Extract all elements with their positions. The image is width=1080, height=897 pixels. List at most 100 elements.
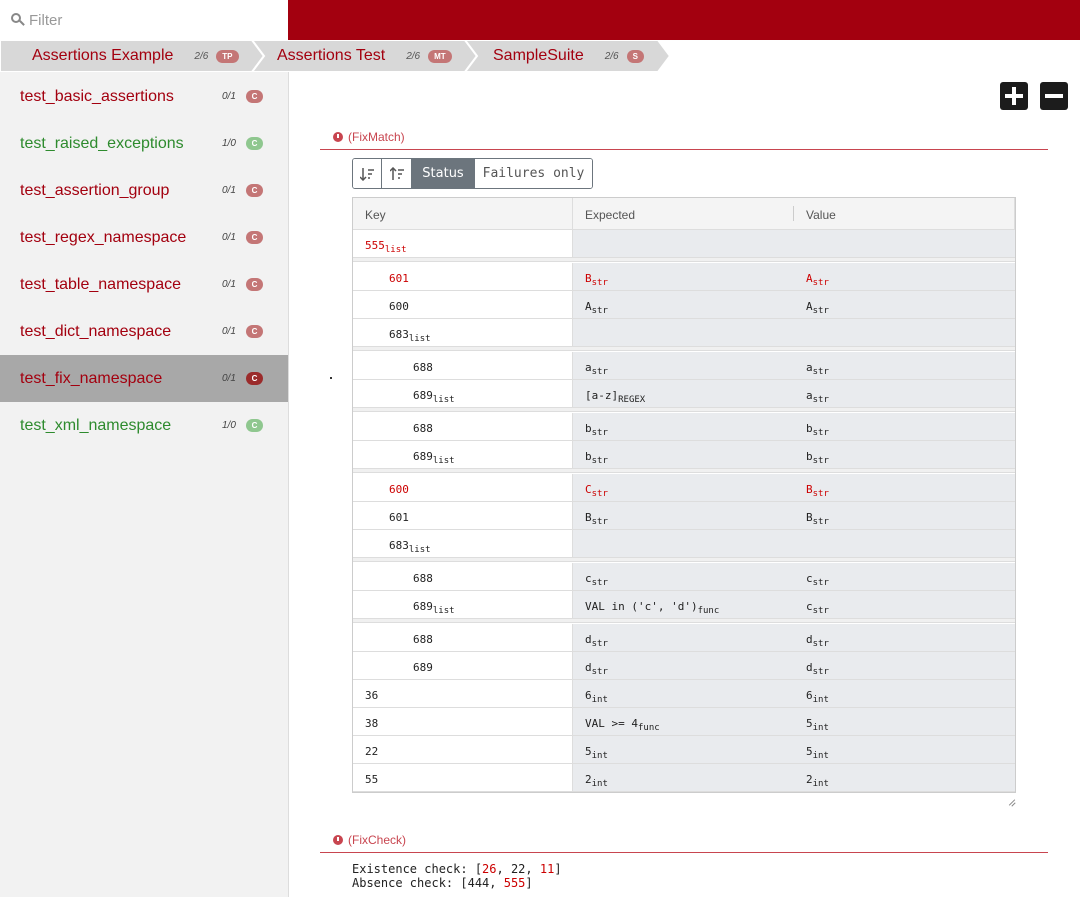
absence-check-label: Absence check: [ (352, 876, 468, 890)
table-row[interactable]: 688 dstr dstr (353, 624, 1015, 652)
sidebar-item-badge: C (246, 419, 263, 432)
sidebar-item-badge: C (246, 231, 263, 244)
clock-icon (333, 132, 343, 142)
sidebar-item-test-basic-assertions[interactable]: test_basic_assertions 0/1 C (0, 73, 288, 120)
fixcheck-section-title[interactable]: (FixCheck) (333, 833, 406, 847)
sort-ascending-button[interactable] (382, 159, 412, 188)
value-cells-bg (573, 736, 1015, 763)
sidebar-item-test-xml-namespace[interactable]: test_xml_namespace 1/0 C (0, 402, 288, 449)
key-cell: 36 (365, 689, 379, 702)
table-row[interactable]: 689list [a-z]REGEX astr (353, 380, 1015, 408)
column-header-expected[interactable]: Expected (585, 208, 635, 222)
table-row[interactable]: 55 2int 2int (353, 764, 1015, 792)
table-row[interactable]: 683list (353, 319, 1015, 347)
search-icon (11, 13, 25, 27)
key-cell: 689list (413, 600, 455, 616)
column-header-key[interactable]: Key (365, 208, 386, 222)
sidebar-item-badge: C (246, 325, 263, 338)
key-cell-bg (353, 563, 573, 590)
table-row[interactable]: 688 bstr bstr (353, 413, 1015, 441)
key-cell-bg (353, 413, 573, 440)
expected-cell: bstr (585, 422, 608, 438)
value-cell: Bstr (806, 511, 829, 527)
key-cell-bg (353, 736, 573, 763)
sidebar-item-label: test_table_namespace (20, 275, 181, 293)
sidebar-item-test-assertion-group[interactable]: test_assertion_group 0/1 C (0, 167, 288, 214)
value-cells-bg (573, 413, 1015, 440)
value-cells-bg (573, 502, 1015, 529)
value-cells-bg (573, 474, 1015, 501)
expected-cell: bstr (585, 450, 608, 466)
table-row[interactable]: 38 VAL >= 4func 5int (353, 708, 1015, 736)
table-row[interactable]: 600 Cstr Bstr (353, 474, 1015, 502)
table-row[interactable]: 688 cstr cstr (353, 563, 1015, 591)
dot-marker (330, 377, 332, 379)
existence-check-line: Existence check: [26, 22, 11] (352, 862, 562, 876)
sidebar-item-label: test_regex_namespace (20, 228, 187, 246)
column-separator (572, 198, 573, 229)
table-row[interactable]: 600 Astr Astr (353, 291, 1015, 319)
check-value: 26 (482, 862, 497, 876)
status-toggle-button[interactable]: Status (412, 159, 475, 188)
collapse-all-button[interactable] (1040, 82, 1068, 110)
key-cell: 600 (389, 300, 409, 313)
group-gap (353, 408, 1015, 412)
table-row[interactable]: 683list (353, 530, 1015, 558)
expected-cell: dstr (585, 633, 608, 649)
expected-cell: 5int (585, 745, 608, 761)
key-cell: 688 (413, 633, 433, 646)
table-row[interactable]: 689 dstr dstr (353, 652, 1015, 680)
table-row[interactable]: 688 astr astr (353, 352, 1015, 380)
expected-cell: Cstr (585, 483, 608, 499)
key-cell-bg (353, 652, 573, 679)
breadcrumb: Assertions Example 2/6 TP Assertions Tes… (0, 40, 1080, 72)
value-cell: 5int (806, 717, 829, 733)
minus-icon (1045, 94, 1063, 98)
fixmatch-toolbar: Status Failures only (352, 158, 593, 189)
breadcrumb-label: SampleSuite (493, 47, 584, 64)
value-cells-bg (573, 563, 1015, 590)
breadcrumb-item-test-plan[interactable]: Assertions Example 2/6 TP (32, 40, 239, 72)
sort-descending-button[interactable] (353, 159, 382, 188)
column-header-value[interactable]: Value (806, 208, 836, 222)
filter-placeholder: Filter (29, 11, 63, 29)
filter-box[interactable]: Filter (0, 0, 288, 40)
key-cell-bg (353, 624, 573, 651)
table-row[interactable]: 22 5int 5int (353, 736, 1015, 764)
key-cell-bg (353, 319, 573, 346)
table-row[interactable]: 555list (353, 230, 1015, 258)
group-gap (353, 619, 1015, 623)
sidebar-item-test-raised-exceptions[interactable]: test_raised_exceptions 1/0 C (0, 120, 288, 167)
value-cell: 5int (806, 745, 829, 761)
value-cell: astr (806, 389, 829, 405)
group-gap (353, 258, 1015, 262)
key-cell: 22 (365, 745, 379, 758)
value-cell: astr (806, 361, 829, 377)
sidebar-item-test-regex-namespace[interactable]: test_regex_namespace 0/1 C (0, 214, 288, 261)
value-cells-bg (573, 319, 1015, 346)
table-row[interactable]: 689list VAL in ('c', 'd')func cstr (353, 591, 1015, 619)
expand-all-button[interactable] (1000, 82, 1028, 110)
expected-cell: VAL >= 4func (585, 717, 660, 733)
table-row[interactable]: 36 6int 6int (353, 680, 1015, 708)
sidebar-item-badge: C (246, 90, 263, 103)
key-cell-bg (353, 680, 573, 707)
table-row[interactable]: 689list bstr bstr (353, 441, 1015, 469)
breadcrumb-label: Assertions Example (32, 47, 174, 64)
failures-only-toggle-button[interactable]: Failures only (475, 159, 592, 188)
sidebar-item-test-table-namespace[interactable]: test_table_namespace 0/1 C (0, 261, 288, 308)
section-divider (320, 852, 1048, 853)
existence-check-label: Existence check: [ (352, 862, 483, 876)
sidebar-item-test-dict-namespace[interactable]: test_dict_namespace 0/1 C (0, 308, 288, 355)
fixmatch-section-title[interactable]: (FixMatch) (333, 130, 405, 144)
sidebar-item-badge: C (246, 372, 263, 385)
table-row[interactable]: 601 Bstr Bstr (353, 502, 1015, 530)
breadcrumb-label: Assertions Test (277, 47, 386, 64)
value-cell: dstr (806, 633, 829, 649)
resize-handle[interactable] (1008, 798, 1016, 806)
breadcrumb-badge: MT (428, 49, 452, 63)
table-row[interactable]: 601 Bstr Astr (353, 263, 1015, 291)
breadcrumb-item-test[interactable]: Assertions Test 2/6 MT (277, 40, 452, 72)
sidebar-item-test-fix-namespace[interactable]: test_fix_namespace 0/1 C (0, 355, 288, 402)
breadcrumb-item-suite[interactable]: SampleSuite 2/6 S (493, 40, 644, 72)
